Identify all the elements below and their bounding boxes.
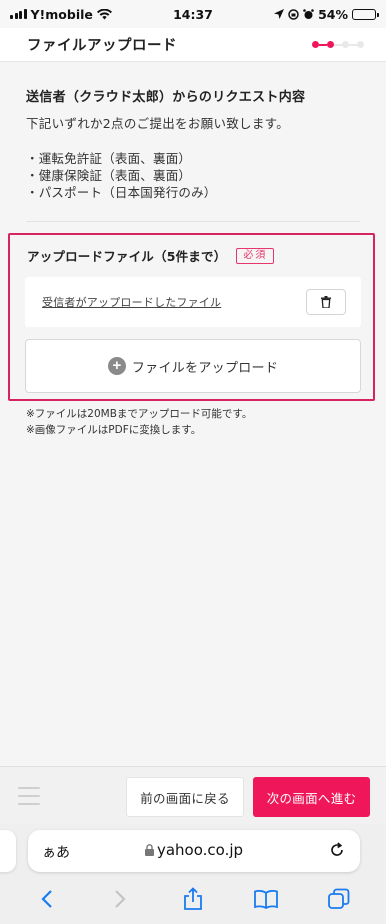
step-indicator xyxy=(312,41,364,48)
browser-forward-button[interactable] xyxy=(105,884,135,914)
uploaded-file-link[interactable]: 受信者がアップロードしたファイル xyxy=(42,294,221,310)
step-dot-1 xyxy=(312,41,319,48)
share-button[interactable] xyxy=(178,884,208,914)
chevron-right-icon xyxy=(115,890,126,908)
trash-icon xyxy=(321,296,331,308)
upload-label-row: アップロードファイル（5件まで） 必須 xyxy=(27,246,275,265)
plus-circle-icon: + xyxy=(107,357,126,375)
reload-icon[interactable] xyxy=(328,841,346,859)
delete-file-button[interactable] xyxy=(306,289,346,315)
url-display[interactable]: yahoo.co.jp xyxy=(28,841,360,859)
location-arrow-icon xyxy=(274,9,285,19)
status-bar-left: Y!mobile xyxy=(10,7,112,22)
previous-tab-edge[interactable] xyxy=(0,830,16,872)
request-title: 送信者（クラウド太郎）からのリクエスト内容 xyxy=(26,90,306,105)
battery-percent: 54% xyxy=(318,6,348,22)
document-item: ・パスポート（日本国発行のみ） xyxy=(26,185,217,200)
document-item: ・健康保険証（表面、裏面） xyxy=(26,168,192,183)
upload-label: アップロードファイル（5件まで） xyxy=(27,249,227,264)
uploaded-file-row: 受信者がアップロードしたファイル xyxy=(25,277,361,327)
lock-icon xyxy=(144,844,154,856)
request-description: 下記いずれか2点のご提出をお願い致します。 xyxy=(26,116,290,131)
app-header: ファイルアップロード xyxy=(0,28,386,62)
page-title: ファイルアップロード xyxy=(27,38,177,54)
wifi-icon xyxy=(96,8,112,19)
status-time: 14:37 xyxy=(173,6,213,22)
note-text: ※画像ファイルはPDFに変換します。 xyxy=(26,424,202,436)
battery-icon xyxy=(352,8,379,20)
share-icon xyxy=(184,887,202,910)
status-bar: Y!mobile 14:37 54% xyxy=(0,0,386,28)
browser-back-button[interactable] xyxy=(32,884,62,914)
upload-section: アップロードファイル（5件まで） 必須 受信者がアップロードしたファイル + フ… xyxy=(8,233,375,401)
chevron-left-icon xyxy=(41,890,52,908)
signal-icon xyxy=(10,9,27,19)
status-bar-right: 54% xyxy=(274,6,379,22)
step-connector-1 xyxy=(319,43,327,46)
note-text: ※ファイルは20MBまでアップロード可能です。 xyxy=(26,408,253,420)
menu-icon[interactable] xyxy=(18,787,40,805)
back-button[interactable]: 前の画面に戻る xyxy=(126,777,244,817)
step-dot-2 xyxy=(327,41,334,48)
step-dot-3 xyxy=(342,41,349,48)
document-list: ・運転免許証（表面、裏面） ・健康保険証（表面、裏面） ・パスポート（日本国発行… xyxy=(26,150,217,201)
footer-action-bar: 前の画面に戻る 次の画面へ進む xyxy=(0,766,386,824)
step-dot-4 xyxy=(357,41,364,48)
browser-bar: ぁあ yahoo.co.jp xyxy=(0,824,386,924)
url-text: yahoo.co.jp xyxy=(156,841,244,859)
tabs-icon xyxy=(328,888,350,909)
upload-notes: ※ファイルは20MBまでアップロード可能です。 ※画像ファイルはPDFに変換しま… xyxy=(26,406,252,438)
alarm-icon xyxy=(303,8,314,19)
next-button[interactable]: 次の画面へ進む xyxy=(253,777,370,817)
main-content: 送信者（クラウド太郎）からのリクエスト内容 下記いずれか2点のご提出をお願い致し… xyxy=(0,62,386,766)
tabs-button[interactable] xyxy=(324,884,354,914)
required-badge: 必須 xyxy=(236,247,275,264)
upload-button-label: ファイルをアップロード xyxy=(131,359,279,375)
upload-file-button[interactable]: + ファイルをアップロード xyxy=(25,339,361,393)
carrier-label: Y!mobile xyxy=(30,6,93,22)
book-icon xyxy=(254,889,279,909)
step-connector-3 xyxy=(349,43,357,46)
document-item: ・運転免許証（表面、裏面） xyxy=(26,151,192,166)
step-connector-2 xyxy=(334,43,342,46)
bookmarks-button[interactable] xyxy=(251,884,281,914)
browser-toolbar xyxy=(0,882,386,916)
divider xyxy=(26,221,360,222)
address-bar[interactable]: ぁあ yahoo.co.jp xyxy=(28,830,360,872)
orientation-lock-icon xyxy=(288,8,299,20)
